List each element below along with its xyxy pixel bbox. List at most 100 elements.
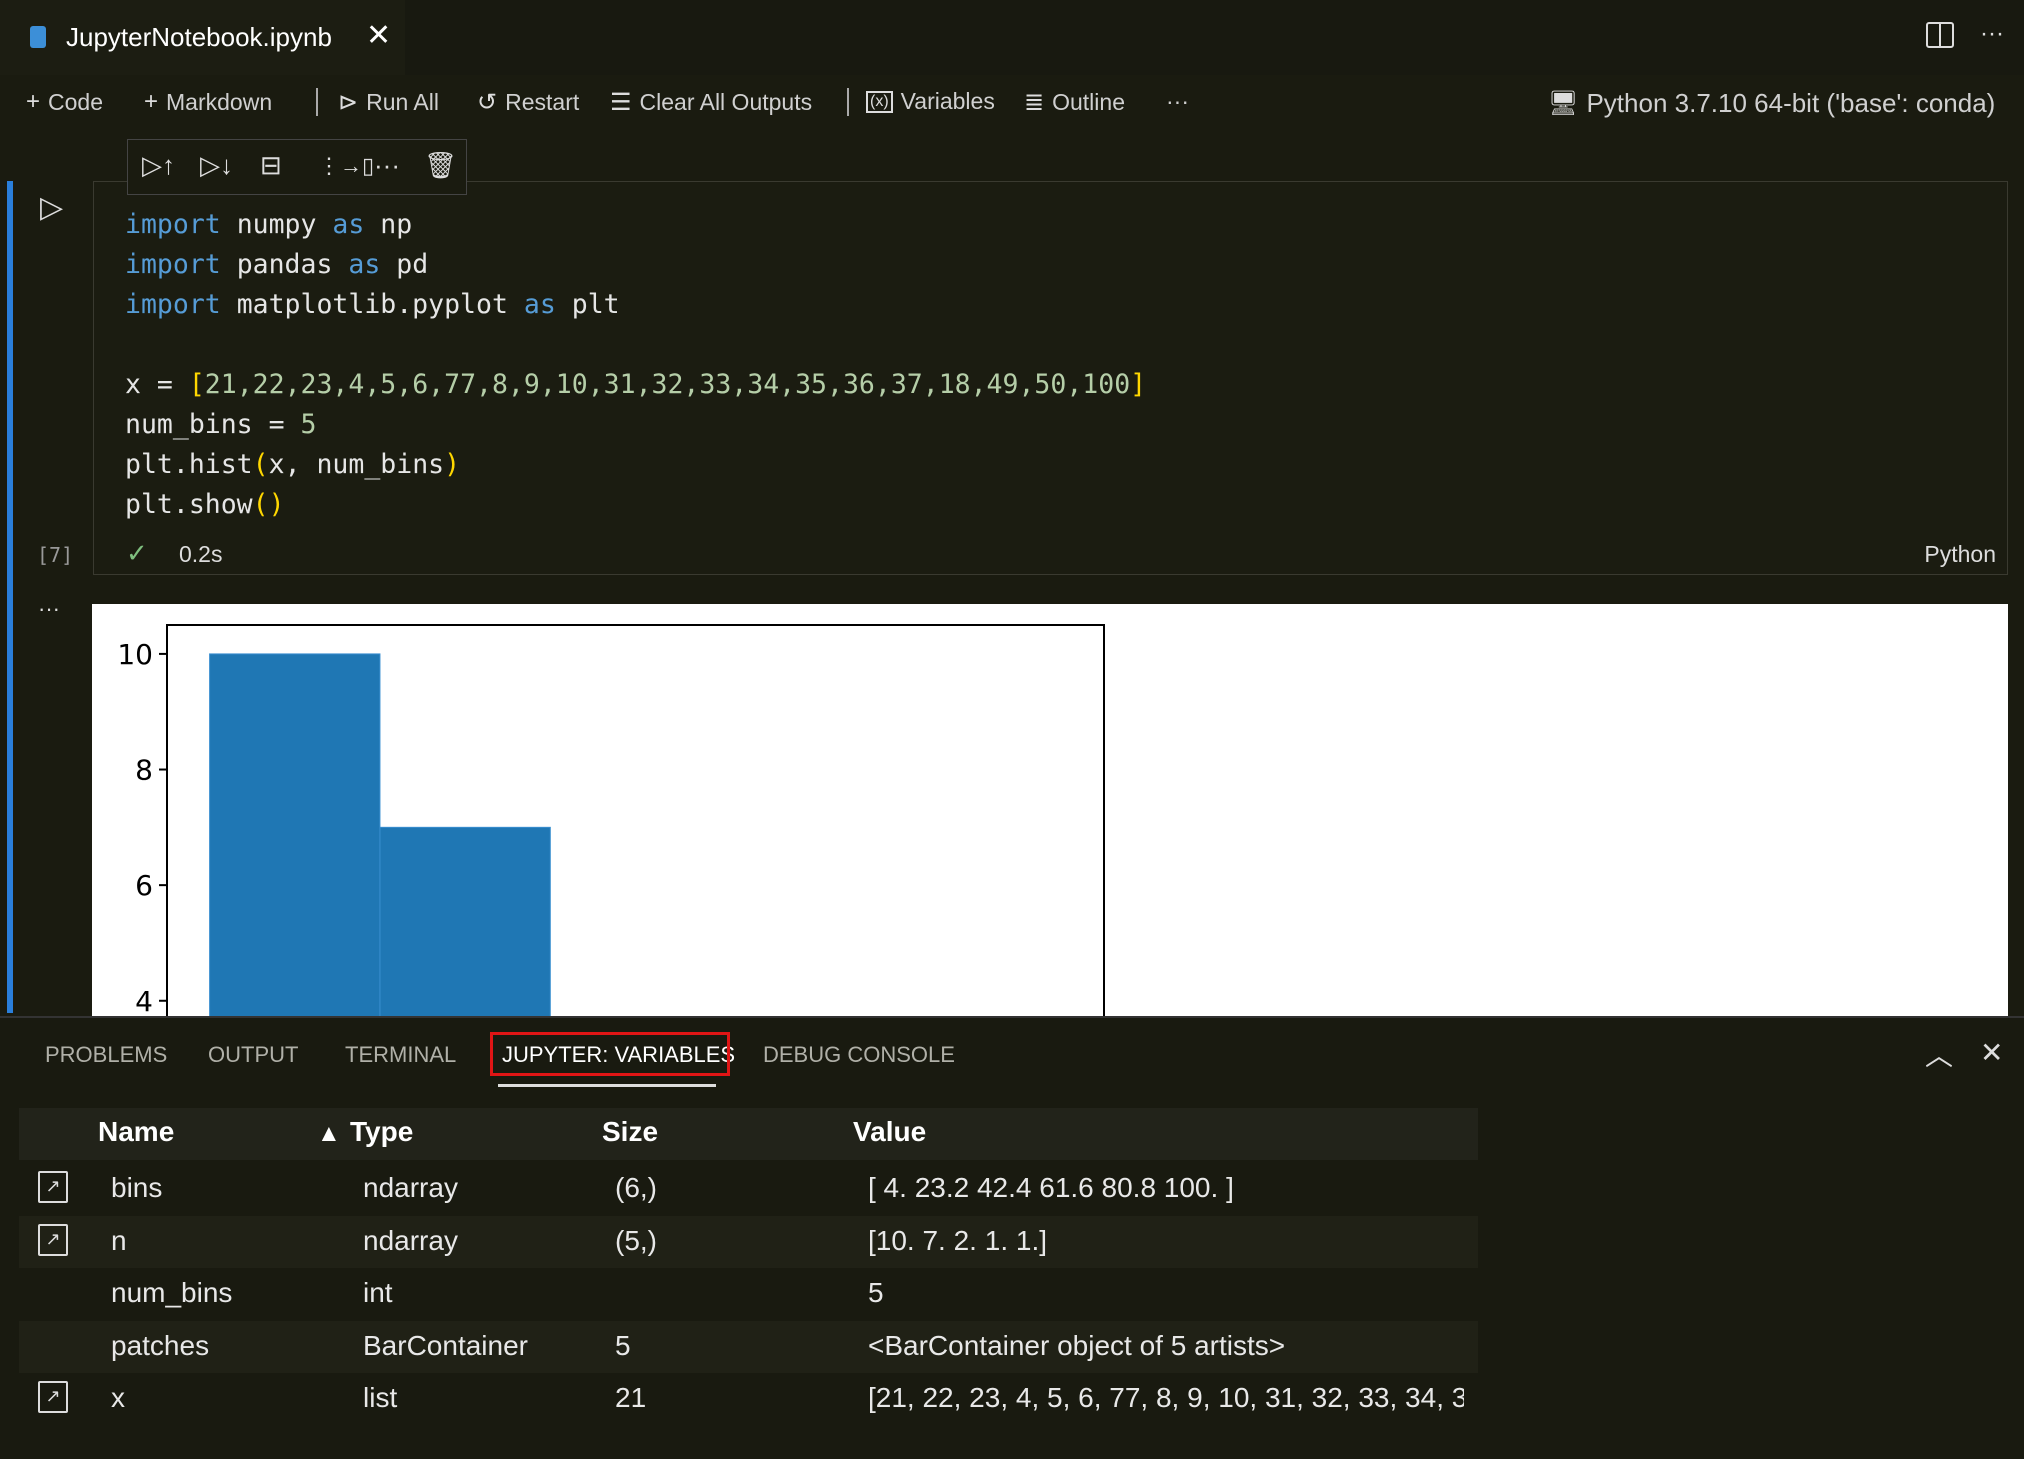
run-all-label: Run All (366, 89, 439, 115)
histogram-bar (209, 653, 381, 1016)
add-code-cell-button[interactable]: + Code (26, 88, 103, 116)
column-type[interactable]: Type (350, 1116, 413, 1148)
add-markdown-label: Markdown (166, 88, 273, 115)
code-token: plt.show (125, 489, 253, 520)
outline-icon: ≣ (1024, 89, 1045, 116)
split-cell-icon[interactable]: ⊟ (260, 150, 282, 181)
run-all-icon: ⊳ (338, 89, 359, 116)
tab-title: JupyterNotebook.ipynb (66, 22, 332, 52)
code-token: x, num_bins (268, 449, 445, 480)
restart-icon: ↺ (477, 89, 498, 116)
execution-count: [7] (37, 543, 74, 567)
column-size[interactable]: Size (602, 1116, 658, 1148)
variables-icon: (x) (866, 90, 893, 113)
add-markdown-cell-button[interactable]: + Markdown (144, 88, 272, 116)
kernel-label: Python 3.7.10 64-bit ('base': conda) (1586, 88, 1996, 118)
code-line: import numpy as np (125, 205, 1146, 245)
code-token: as (348, 249, 381, 280)
cell-value: 5 (868, 1277, 884, 1308)
code-token: ) (444, 449, 461, 480)
cell-value: [21, 22, 23, 4, 5, 6, 77, 8, 9, 10, 31, … (868, 1382, 1464, 1413)
code-token: 5 (300, 409, 317, 440)
code-line: import pandas as pd (125, 245, 1146, 285)
code-token: plt (555, 289, 620, 320)
tab-jupyter-notebook[interactable]: JupyterNotebook.ipynb ✕ (0, 0, 405, 75)
highlight-box (490, 1032, 730, 1076)
tab-bar: JupyterNotebook.ipynb ✕ ··· (0, 0, 2024, 75)
toolbar-more-button[interactable]: ··· (1166, 88, 1189, 115)
y-tick-label: 6 (135, 869, 153, 902)
column-name[interactable]: Name (98, 1116, 174, 1148)
more-actions-icon[interactable]: ··· (1980, 20, 2004, 48)
code-token: pd (380, 249, 429, 280)
histogram-bar (379, 826, 551, 1016)
plus-icon: + (144, 88, 159, 115)
tab-terminal[interactable]: TERMINAL (345, 1042, 456, 1068)
code-line: import matplotlib.pyplot as plt (125, 285, 1146, 325)
restart-button[interactable]: ↺ Restart (477, 88, 579, 117)
table-row[interactable] (19, 1163, 1478, 1215)
tab-debug-console[interactable]: DEBUG CONSOLE (763, 1042, 955, 1068)
add-code-label: Code (48, 88, 103, 115)
tab-problems[interactable]: PROBLEMS (45, 1042, 167, 1068)
plus-icon: + (26, 88, 41, 115)
table-row[interactable] (19, 1215, 1478, 1268)
close-tab-icon[interactable]: ✕ (366, 18, 391, 53)
cell-size: 5 (615, 1329, 631, 1361)
code-token: [ (188, 369, 205, 400)
cell-value: [10. 7. 2. 1. 1.] (868, 1224, 1048, 1256)
tab-output[interactable]: OUTPUT (208, 1042, 298, 1068)
run-cell-icon[interactable]: ▷ (40, 190, 63, 225)
cell-value: [ 4. 23.2 42.4 61.6 80.8 100. ] (868, 1172, 1234, 1203)
outline-label: Outline (1052, 89, 1125, 115)
code-token: as (332, 209, 365, 240)
close-panel-icon[interactable]: ✕ (1980, 1036, 2003, 1069)
kernel-picker[interactable]: 🖥︎ Python 3.7.10 64-bit ('base': conda) (1548, 88, 1995, 119)
notebook-file-icon (30, 26, 46, 48)
run-above-icon[interactable]: ▷↑ (142, 150, 175, 181)
cell-size: (6,) (615, 1172, 657, 1203)
y-tick-label: 4 (135, 985, 153, 1016)
run-all-button[interactable]: ⊳ Run All (338, 88, 439, 117)
maximize-panel-icon[interactable]: ︿ (1925, 1034, 1953, 1074)
cell-type: BarContainer (363, 1329, 528, 1361)
histogram-chart: 0246810 (117, 624, 1105, 1016)
code-token: np (364, 209, 413, 240)
cell-type: list (363, 1382, 398, 1413)
outline-button[interactable]: ≣ Outline (1024, 88, 1125, 117)
toolbar-divider (847, 88, 849, 116)
clear-all-outputs-button[interactable]: ☰ Clear All Outputs (610, 88, 812, 117)
run-below-icon[interactable]: ▷↓ (200, 150, 233, 181)
column-value[interactable]: Value (853, 1116, 926, 1148)
y-tick-label: 10 (117, 638, 153, 671)
cell-more-icon[interactable]: ··· (374, 150, 400, 181)
restart-label: Restart (505, 89, 580, 115)
code-token: numpy (220, 209, 333, 240)
code-line: x = [21,22,23,4,5,6,77,8,9,10,31,32,33,3… (125, 365, 1146, 405)
open-data-viewer-icon[interactable]: ↗ (38, 1381, 68, 1413)
y-tick-label: 8 (135, 754, 153, 787)
code-line: plt.hist(x, num_bins) (125, 445, 1146, 485)
execution-duration: 0.2s (179, 541, 223, 567)
cell-name: x (111, 1382, 125, 1413)
cell-type: int (363, 1277, 393, 1308)
code-token: as (523, 289, 556, 320)
toolbar-divider (316, 88, 318, 116)
code-token: matplotlib.pyplot (220, 289, 524, 320)
join-cell-icon[interactable]: ⋮→▯ (318, 153, 374, 179)
open-data-viewer-icon[interactable]: ↗ (38, 1223, 68, 1256)
split-editor-icon[interactable] (1926, 22, 1954, 48)
delete-cell-icon[interactable]: 🗑︎ (424, 150, 457, 181)
variables-button[interactable]: (x) Variables (866, 88, 995, 115)
cell-toolbar: ▷↑ ▷↓ ⊟ ⋮→▯ ··· 🗑︎ (127, 139, 467, 195)
table-row[interactable] (19, 1268, 1478, 1320)
code-editor[interactable]: import numpy as np import pandas as pd imp… (125, 205, 1146, 525)
code-token: 21,22,23,4,5,6,77,8,9,10,31,32,33,34,35,… (204, 369, 1131, 400)
cell-language[interactable]: Python (1924, 541, 1996, 568)
open-data-viewer-icon[interactable]: ↗ (38, 1171, 68, 1203)
cell-name: num_bins (111, 1277, 233, 1308)
sort-ascending-icon[interactable]: ▲ (317, 1120, 341, 1148)
output-more-icon[interactable]: ··· (38, 596, 60, 622)
code-token: num_bins = (125, 409, 301, 440)
code-token: () (252, 489, 285, 520)
